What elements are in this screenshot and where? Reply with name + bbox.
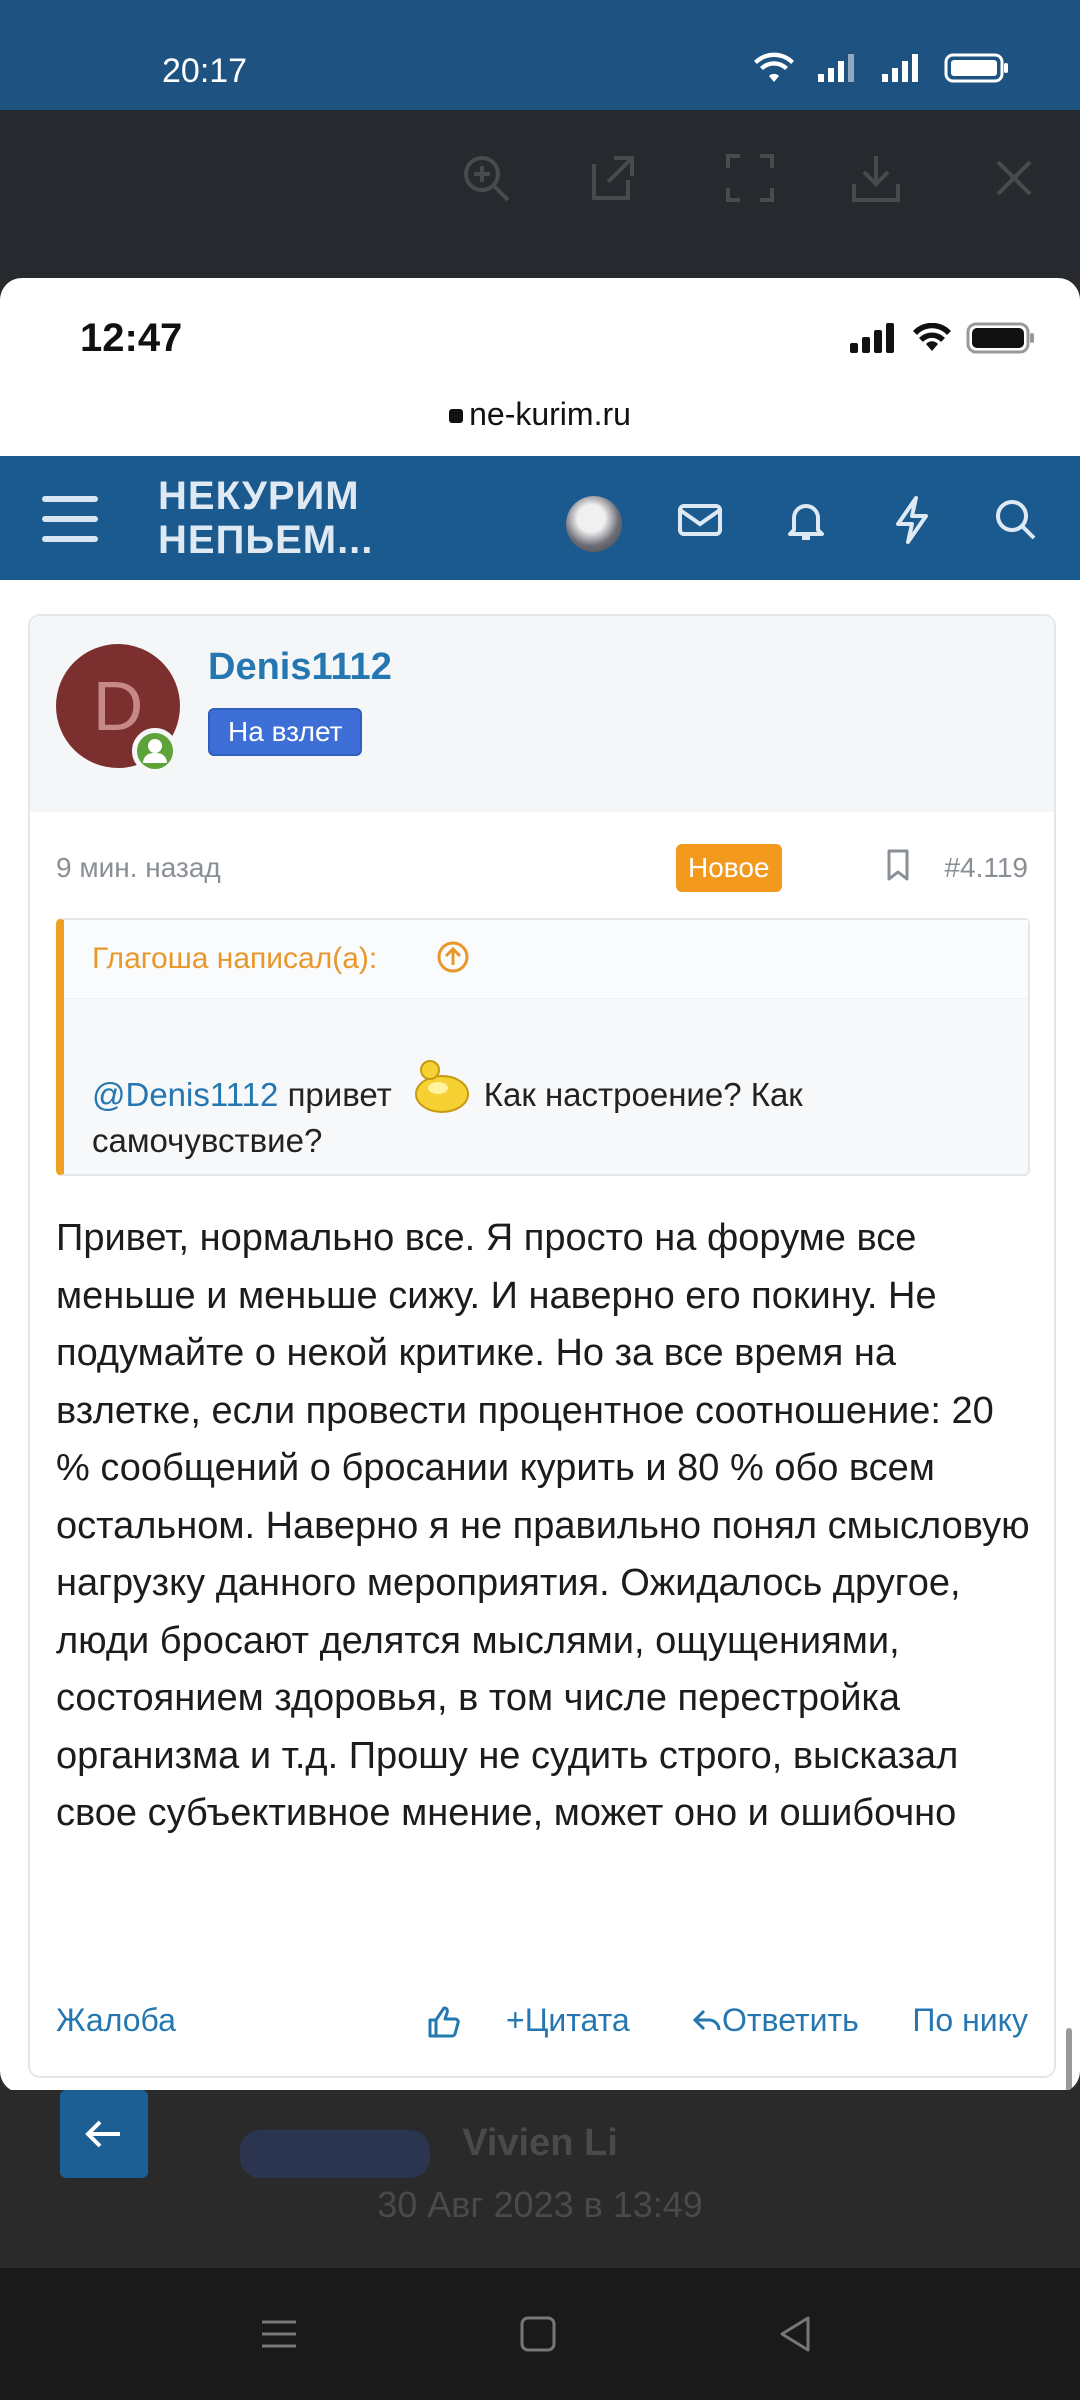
post-time[interactable]: 9 мин. назад xyxy=(56,852,221,884)
site-logo[interactable]: НЕКУРИМ НЕПЬЕМ... xyxy=(158,474,373,562)
site-header: НЕКУРИМ НЕПЬЕМ... xyxy=(0,456,1080,580)
wifi-icon xyxy=(754,52,794,82)
arrow-up-circle-icon[interactable] xyxy=(436,940,470,974)
post-actions: Жалоба +Цитата Ответить По нику xyxy=(56,2002,1028,2052)
fullscreen-icon[interactable] xyxy=(722,150,778,206)
url-text: ne-kurim.ru xyxy=(469,396,631,432)
viewer-info: Vivien Li 30 Авг 2023 в 13:49 xyxy=(0,2090,1080,2268)
recent-apps-icon[interactable] xyxy=(258,2314,300,2354)
report-link[interactable]: Жалоба xyxy=(56,2002,176,2039)
quote-author[interactable]: Глагоша написал(а): xyxy=(92,942,377,976)
post-meta: 9 мин. назад Новое #4.119 xyxy=(56,844,1028,894)
signal-icon xyxy=(818,54,854,82)
ios-battery-icon xyxy=(966,322,1034,354)
online-status-icon xyxy=(132,728,178,774)
post-author-block: D Denis1112 На взлет xyxy=(30,616,1054,812)
address-bar[interactable]: ne-kurim.ru xyxy=(0,396,1080,433)
plus-icon: + xyxy=(506,2002,525,2038)
inbox-icon[interactable] xyxy=(674,494,726,546)
viewer-toolbar xyxy=(0,110,1080,278)
like-icon[interactable] xyxy=(426,2004,462,2040)
battery-icon xyxy=(944,53,1008,83)
download-icon[interactable] xyxy=(848,150,904,206)
system-nav-bar xyxy=(0,2268,1080,2400)
author-name[interactable]: Denis1112 xyxy=(208,646,392,689)
ios-clock: 12:47 xyxy=(80,316,183,360)
ios-status-bar: 12:47 xyxy=(0,278,1080,378)
ios-signal-icon xyxy=(850,323,894,353)
reply-icon xyxy=(692,2009,721,2031)
post-body: Привет, нормально все. Я просто на форум… xyxy=(56,1217,1030,1834)
post-number[interactable]: #4.119 xyxy=(944,852,1028,884)
bell-icon[interactable] xyxy=(780,494,832,546)
forum-post: D Denis1112 На взлет 9 мин. назад Новое … xyxy=(28,614,1056,2078)
open-external-icon[interactable] xyxy=(584,150,640,206)
outer-clock: 20:17 xyxy=(162,52,248,90)
search-icon[interactable] xyxy=(990,494,1042,546)
outer-status-bar: 20:17 xyxy=(0,0,1080,110)
bolt-icon[interactable] xyxy=(886,494,938,546)
close-icon[interactable] xyxy=(986,150,1042,206)
screenshot-preview: 12:47 ne-kurim.ru НЕКУРИМ НЕПЬЕМ... D De… xyxy=(0,278,1080,2093)
arrow-left-icon xyxy=(85,2120,120,2148)
quote-text: @Denis1112 привет Как настроение? Как сам… xyxy=(92,1056,992,1164)
new-badge: Новое xyxy=(676,844,782,892)
menu-icon[interactable] xyxy=(42,496,98,542)
mention-link[interactable]: @Denis1112 xyxy=(92,1076,278,1113)
viewer-date: 30 Авг 2023 в 13:49 xyxy=(377,2184,703,2225)
signal-icon-2 xyxy=(882,54,918,82)
lock-icon xyxy=(449,409,464,423)
scrollbar[interactable] xyxy=(1066,2028,1072,2092)
zoom-in-icon[interactable] xyxy=(458,150,514,206)
quote-block: Глагоша написал(а): @Denis1112 привет Как… xyxy=(56,918,1030,1176)
user-avatar[interactable] xyxy=(566,496,622,552)
emoji-icon xyxy=(414,1060,469,1113)
bookmark-icon[interactable] xyxy=(886,848,910,882)
ios-wifi-icon xyxy=(913,323,951,351)
back-button[interactable] xyxy=(60,2090,148,2178)
reply-button[interactable]: Ответить xyxy=(692,2002,859,2039)
by-nick-button[interactable]: По нику xyxy=(912,2002,1028,2039)
home-icon[interactable] xyxy=(518,2314,558,2354)
quote-button[interactable]: +Цитата xyxy=(506,2002,630,2039)
rank-badge: На взлет xyxy=(208,708,363,756)
viewer-author: Vivien Li xyxy=(462,2122,618,2164)
back-nav-icon[interactable] xyxy=(776,2314,816,2354)
